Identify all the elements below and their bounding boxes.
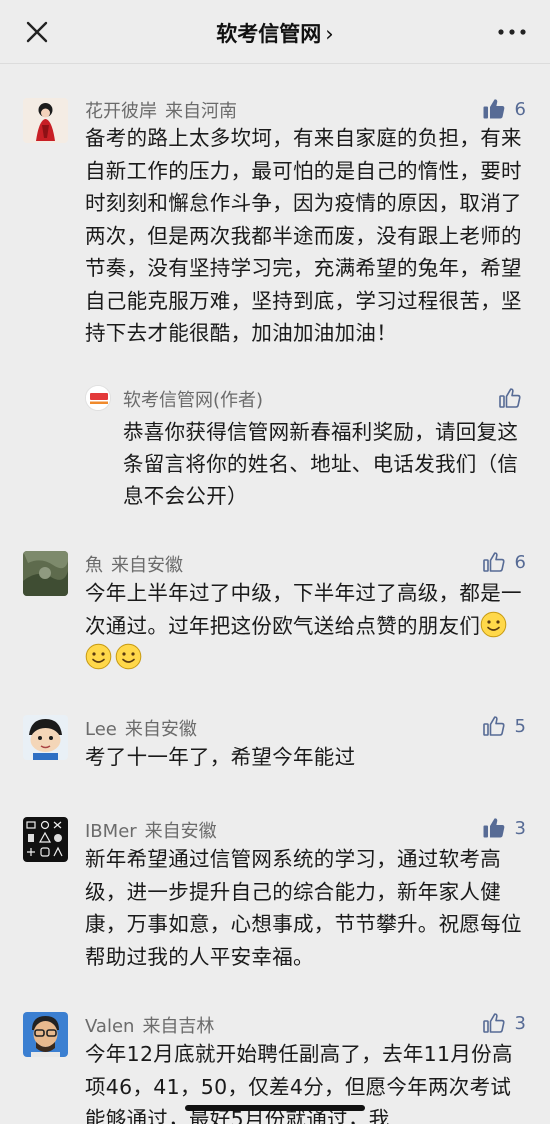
nav-bar: 软考信管网 › bbox=[0, 0, 550, 64]
location-label: 来自河南 bbox=[165, 101, 237, 122]
thumbs-up-icon bbox=[482, 1013, 505, 1033]
thumbs-up-icon bbox=[482, 716, 505, 736]
author-avatar bbox=[85, 385, 111, 411]
comment-text: 备考的路上太多坎坷，有来自家庭的负担，有来自新工作的压力，最可怕的是自己的惰性，… bbox=[85, 126, 522, 345]
avatar[interactable] bbox=[23, 1012, 68, 1057]
author-reply-text: 恭喜你获得信管网新春福利奖励，请回复这条留言将你的姓名、地址、电话发我们（信息不… bbox=[123, 420, 519, 508]
like-count: 6 bbox=[514, 551, 526, 573]
nickname[interactable]: Valen bbox=[85, 1016, 134, 1037]
like-count: 3 bbox=[514, 1012, 526, 1034]
avatar[interactable] bbox=[23, 817, 68, 862]
comment-nickname-row: 花开彼岸 来自河南 bbox=[85, 97, 237, 123]
location-label: 来自安徽 bbox=[124, 719, 197, 740]
like-count: 3 bbox=[514, 817, 526, 839]
smile-emoji-icon bbox=[480, 611, 507, 637]
comment-text: 今年上半年过了中级，下半年过了高级，都是一次通过。过年把这份欧气送给点赞的朋友们 bbox=[85, 577, 525, 675]
thumbs-up-filled-icon bbox=[483, 99, 504, 119]
avatar[interactable] bbox=[23, 551, 68, 596]
like-button[interactable]: 5 bbox=[482, 713, 526, 739]
like-button[interactable]: 3 bbox=[482, 815, 526, 841]
like-count: 5 bbox=[514, 715, 526, 737]
more-icon[interactable] bbox=[496, 22, 528, 42]
smile-emoji-icon bbox=[85, 643, 112, 670]
nickname[interactable]: 花开彼岸 bbox=[85, 101, 157, 122]
page-title[interactable]: 软考信管网 › bbox=[0, 18, 550, 48]
comment-text: 考了十一年了，希望今年能过 bbox=[85, 745, 356, 769]
nickname[interactable]: 魚 bbox=[85, 555, 103, 576]
comment-nickname-row: 魚来自安徽 bbox=[85, 551, 183, 577]
account-name[interactable]: 软考信管网 bbox=[216, 22, 321, 46]
location-label: 来自吉林 bbox=[142, 1016, 215, 1037]
chevron-right-icon: › bbox=[325, 22, 334, 46]
comment-nickname-row: IBMer 来自安徽 bbox=[85, 817, 217, 843]
location-label: 来自安徽 bbox=[111, 555, 183, 576]
nickname[interactable]: IBMer bbox=[85, 821, 137, 842]
comment-text: 今年12月底就开始聘任副高了，去年11月份高项46，41，50，仅差4分，但愿今… bbox=[85, 1042, 513, 1124]
comment-nickname-row: Valen 来自吉林 bbox=[85, 1012, 214, 1038]
like-button[interactable]: 3 bbox=[482, 1010, 526, 1036]
home-indicator[interactable] bbox=[185, 1105, 365, 1111]
avatar[interactable] bbox=[23, 715, 68, 760]
like-count: 6 bbox=[514, 98, 526, 120]
comment-text: 新年希望通过信管网系统的学习，通过软考高级，进一步提升自己的综合能力，新年家人健… bbox=[85, 847, 522, 969]
location-label: 来自安徽 bbox=[144, 821, 217, 842]
avatar[interactable] bbox=[23, 98, 68, 143]
thumbs-up-icon bbox=[499, 388, 521, 408]
author-reply-name: 软考信管网(作者) bbox=[123, 390, 264, 411]
like-button[interactable]: 6 bbox=[482, 96, 526, 122]
thumbs-up-filled-icon bbox=[483, 818, 504, 838]
reply-like-button[interactable] bbox=[498, 385, 522, 411]
thumbs-up-icon bbox=[482, 552, 505, 572]
like-button[interactable]: 6 bbox=[482, 549, 526, 575]
comment-text-content: 今年上半年过了中级，下半年过了高级，都是一次通过。过年把这份欧气送给点赞的朋友们 bbox=[85, 581, 522, 638]
comment-nickname-row: Lee 来自安徽 bbox=[85, 715, 197, 741]
smile-emoji-icon bbox=[115, 643, 142, 670]
nickname[interactable]: Lee bbox=[85, 719, 117, 740]
